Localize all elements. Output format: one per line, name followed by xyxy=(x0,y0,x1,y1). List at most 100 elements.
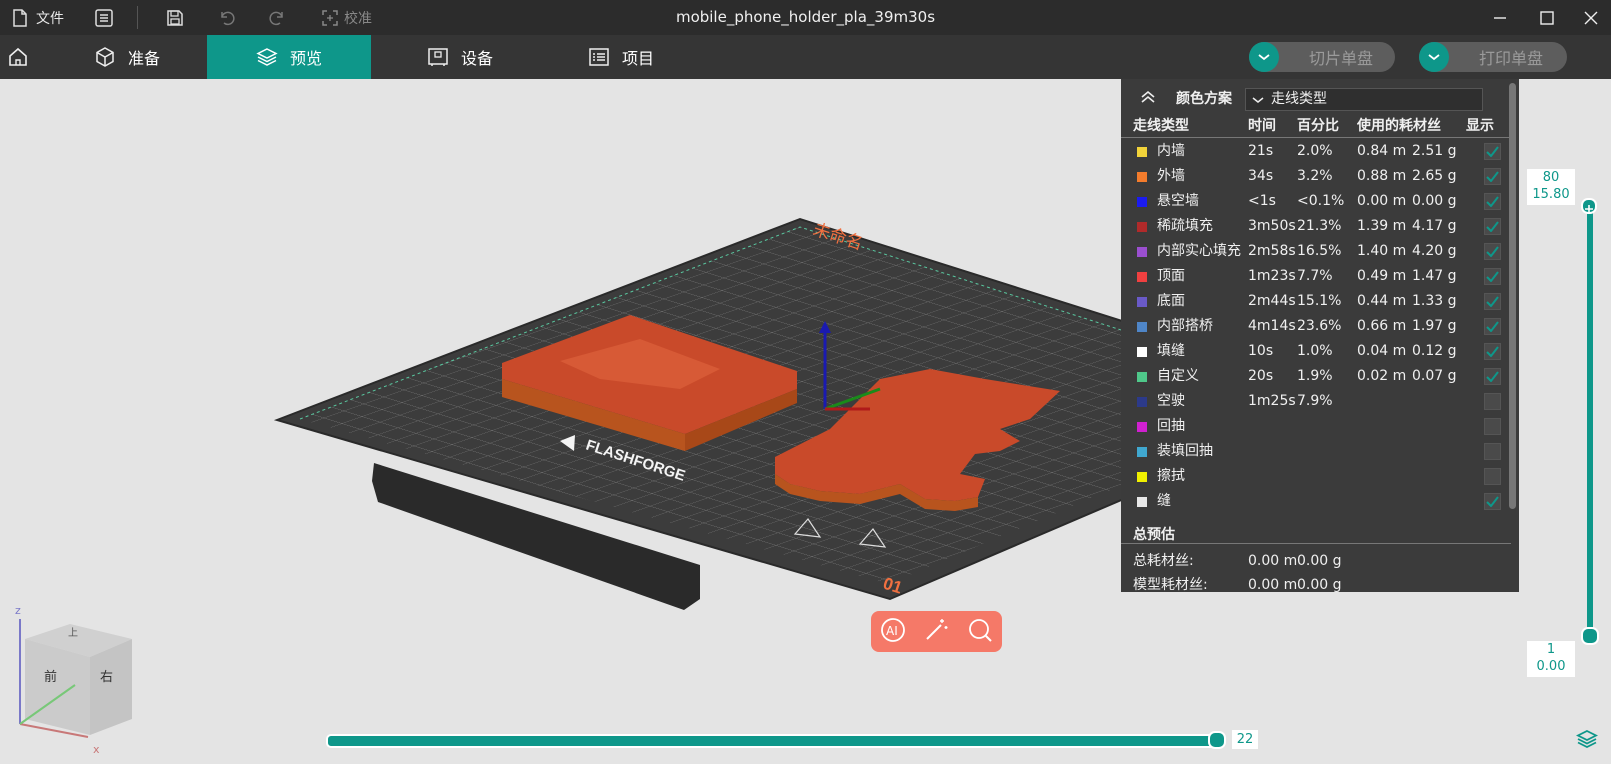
show-checkbox[interactable] xyxy=(1484,168,1501,185)
legend-row: 空驶 1m25s 7.9% xyxy=(1121,389,1511,414)
undo-button[interactable] xyxy=(218,0,236,35)
slice-dropdown-chevron[interactable] xyxy=(1249,42,1279,72)
tab-preview-label: 预览 xyxy=(289,49,322,68)
checkmark-icon xyxy=(1486,196,1499,207)
row-type: 擦拭 xyxy=(1157,468,1185,484)
save-button[interactable] xyxy=(166,0,184,35)
layer-slider-track[interactable] xyxy=(1587,203,1593,633)
home-icon xyxy=(9,47,27,66)
layer-slider-top-handle[interactable] xyxy=(1581,198,1597,214)
model-filament-label: 模型耗材丝: xyxy=(1133,577,1208,592)
redo-icon xyxy=(269,11,283,25)
legend-row: 擦拭 xyxy=(1121,464,1511,489)
legend-scrollbar[interactable] xyxy=(1509,83,1516,509)
list-icon xyxy=(589,48,609,66)
row-length: 0.66 m xyxy=(1357,318,1407,334)
show-checkbox[interactable] xyxy=(1484,468,1501,485)
row-length: 0.04 m xyxy=(1357,343,1407,359)
model-filament-weight: 0.00 g xyxy=(1297,577,1342,592)
calibrate-label: 校准 xyxy=(344,10,372,27)
menu-icon xyxy=(95,8,113,27)
legend-row: 内部实心填充 2m58s 16.5% 1.40 m 4.20 g xyxy=(1121,239,1511,264)
show-checkbox[interactable] xyxy=(1484,393,1501,410)
row-length: 1.40 m xyxy=(1357,243,1407,259)
redo-button[interactable] xyxy=(268,0,286,35)
home-button[interactable] xyxy=(0,35,36,79)
tab-project-label: 项目 xyxy=(621,49,654,68)
magic-wand-icon xyxy=(926,618,948,640)
row-percent: 15.1% xyxy=(1297,293,1342,309)
row-weight: 0.12 g xyxy=(1412,343,1457,359)
show-checkbox[interactable] xyxy=(1484,418,1501,435)
tab-prepare-label: 准备 xyxy=(127,49,160,68)
print-dropdown-chevron[interactable] xyxy=(1419,42,1449,72)
show-checkbox[interactable] xyxy=(1484,343,1501,360)
row-time: <1s xyxy=(1248,193,1276,209)
cube-x-label: x xyxy=(93,743,100,756)
layers-icon xyxy=(1575,729,1599,749)
close-button[interactable] xyxy=(1568,0,1611,35)
row-time: 21s xyxy=(1248,143,1274,159)
collapse-icon[interactable] xyxy=(1139,89,1157,105)
tab-device-label: 设备 xyxy=(460,49,493,68)
maximize-button[interactable] xyxy=(1524,0,1570,35)
move-slider-track[interactable] xyxy=(326,734,1220,748)
slice-plate-button[interactable]: 切片单盘 xyxy=(1249,42,1395,72)
show-checkbox[interactable] xyxy=(1484,293,1501,310)
tab-device[interactable]: 设备 xyxy=(405,35,515,79)
row-time: 3m50s xyxy=(1248,218,1296,234)
row-type: 空驶 xyxy=(1157,393,1185,409)
legend-row: 回抽 xyxy=(1121,414,1511,439)
legend-row: 内部搭桥 4m14s 23.6% 0.66 m 1.97 g xyxy=(1121,314,1511,339)
row-time: 1m23s xyxy=(1248,268,1296,284)
file-menu[interactable]: 文件 xyxy=(12,0,64,35)
tab-project[interactable]: 项目 xyxy=(566,35,676,79)
show-checkbox[interactable] xyxy=(1484,218,1501,235)
layers-toggle-button[interactable] xyxy=(1575,728,1599,754)
row-type: 内墙 xyxy=(1157,143,1185,159)
menu-button[interactable] xyxy=(95,0,113,35)
show-checkbox[interactable] xyxy=(1484,493,1501,510)
magic-wand-button[interactable] xyxy=(923,617,949,647)
row-weight: 4.20 g xyxy=(1412,243,1457,259)
layer-slider-bottom-handle[interactable] xyxy=(1581,627,1599,645)
row-type: 填缝 xyxy=(1157,343,1185,359)
ai-assistant-button[interactable]: AI xyxy=(880,617,906,647)
row-percent: 1.9% xyxy=(1297,368,1333,384)
legend-row: 内墙 21s 2.0% 0.84 m 2.51 g xyxy=(1121,139,1511,164)
col-filament: 使用的耗材丝 xyxy=(1357,118,1441,134)
checkmark-icon xyxy=(1486,346,1499,357)
print-plate-button[interactable]: 打印单盘 xyxy=(1419,42,1567,72)
minimize-button[interactable] xyxy=(1477,0,1523,35)
tab-prepare[interactable]: 准备 xyxy=(72,35,182,79)
color-swatch xyxy=(1137,197,1147,207)
main-nav: 准备 预览 设备 项目 切片单盘 打印单盘 xyxy=(0,35,1611,79)
toolbar-divider xyxy=(137,6,138,29)
show-checkbox[interactable] xyxy=(1484,368,1501,385)
row-weight: 1.97 g xyxy=(1412,318,1457,334)
top-layer-tag: 80 15.80 xyxy=(1527,169,1575,205)
tab-preview[interactable]: 预览 xyxy=(207,35,371,79)
show-checkbox[interactable] xyxy=(1484,193,1501,210)
color-swatch xyxy=(1137,372,1147,382)
show-checkbox[interactable] xyxy=(1484,443,1501,460)
row-time: 2m58s xyxy=(1248,243,1296,259)
row-percent: 3.2% xyxy=(1297,168,1333,184)
estimate-title: 总预估 xyxy=(1121,524,1511,544)
row-length: 0.84 m xyxy=(1357,143,1407,159)
show-checkbox[interactable] xyxy=(1484,243,1501,260)
color-scheme-select[interactable]: 走线类型 xyxy=(1245,88,1483,111)
legend-row: 顶面 1m23s 7.7% 0.49 m 1.47 g xyxy=(1121,264,1511,289)
save-icon xyxy=(167,9,183,26)
row-time: 10s xyxy=(1248,343,1274,359)
calibrate-button[interactable]: 校准 xyxy=(322,0,372,35)
file-menu-label: 文件 xyxy=(36,10,64,27)
bottom-layer-number: 1 xyxy=(1546,642,1556,657)
show-checkbox[interactable] xyxy=(1484,143,1501,160)
minimize-icon xyxy=(1494,16,1506,19)
show-checkbox[interactable] xyxy=(1484,268,1501,285)
show-checkbox[interactable] xyxy=(1484,318,1501,335)
move-slider-handle[interactable] xyxy=(1208,731,1226,749)
move-slider-value: 22 xyxy=(1232,730,1258,749)
search-button[interactable] xyxy=(967,617,993,647)
